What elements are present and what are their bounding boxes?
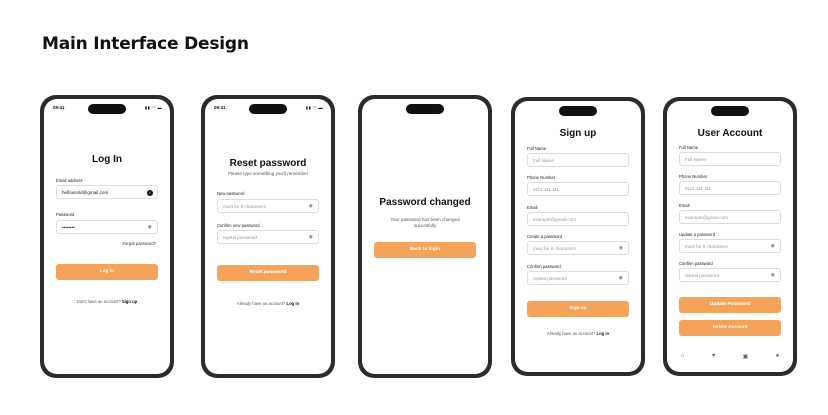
reset-screen: 09:41 ▮▮ ◠ ▬ Reset password Please type … — [205, 99, 331, 374]
password-placeholder: must be 8 characters — [533, 246, 576, 251]
reset-subtitle: Please type something you'll remember — [227, 171, 309, 176]
fullname-label: Full Name — [527, 146, 547, 151]
back-to-login-button[interactable]: Back to login — [374, 242, 476, 258]
password-field[interactable]: must be 8 characters ◉ — [527, 241, 629, 255]
email-field[interactable]: example@gmail.com — [679, 210, 781, 224]
email-field[interactable]: helloworld@gmail.com ✓ — [56, 185, 158, 199]
profile-icon[interactable]: ● — [776, 353, 780, 360]
confirm-password-label: Confirm password — [527, 264, 561, 269]
phone-field[interactable]: 0111 111 111 — [527, 182, 629, 196]
status-icons: ▮▮ ◠ ▬ — [144, 105, 162, 110]
login-prompt: Already have an account? Log in — [515, 331, 641, 336]
eye-icon[interactable]: ◉ — [771, 240, 775, 253]
phone-signup: Sign up Full Name Full Name Phone Number… — [511, 97, 645, 376]
phone-field[interactable]: 0111 111 111 — [679, 181, 781, 195]
fullname-placeholder: Full Name — [533, 158, 554, 163]
status-icons: ▮▮ ◠ ▬ — [305, 105, 323, 110]
login-link[interactable]: Log in — [287, 301, 300, 306]
page-title: Main Interface Design — [42, 34, 249, 54]
email-label: Email address — [56, 178, 83, 183]
login-prompt-text: Already have an account? — [546, 331, 596, 336]
dynamic-island — [406, 104, 444, 114]
signup-prompt-text: Don't have an account? — [76, 299, 121, 304]
confirm-password-placeholder: repeat password — [685, 273, 719, 278]
dynamic-island — [711, 106, 749, 116]
phone-placeholder: 0111 111 111 — [533, 187, 560, 192]
signup-link[interactable]: Sign up — [122, 299, 137, 304]
new-password-placeholder: must be 8 characters — [223, 204, 266, 209]
login-button[interactable]: Log in — [56, 264, 158, 280]
phone-placeholder: 0111 111 111 — [685, 186, 712, 191]
changed-screen: Password changed Your password has been … — [362, 99, 488, 374]
eye-icon[interactable]: ◉ — [309, 200, 313, 213]
eye-icon[interactable]: ◉ — [309, 231, 313, 244]
login-title: Log In — [92, 154, 122, 165]
confirm-password-placeholder: repeat password — [533, 276, 567, 281]
fullname-field[interactable]: Full Name — [679, 152, 781, 166]
login-prompt-text: Already have an account? — [236, 301, 286, 306]
phone-login: 09:41 ▮▮ ◠ ▬ Log In Email address hellow… — [40, 95, 174, 378]
password-placeholder: must be 8 characters — [685, 244, 728, 249]
changed-title: Password changed — [379, 197, 471, 208]
email-label: Email — [679, 203, 690, 208]
email-label: Email — [527, 205, 538, 210]
password-label: Password — [56, 212, 75, 217]
signup-screen: Sign up Full Name Full Name Phone Number… — [515, 101, 641, 372]
email-field[interactable]: example@gmail.com — [527, 212, 629, 226]
phone-label: Phone Number — [679, 174, 708, 179]
confirm-password-field[interactable]: repeat password ◉ — [217, 230, 319, 244]
signup-prompt: Don't have an account? Sign up — [44, 299, 170, 304]
signup-title: Sign up — [559, 128, 597, 139]
password-value: •••••••• — [62, 225, 75, 230]
password-field[interactable]: •••••••• ◉ — [56, 220, 158, 234]
confirm-password-field[interactable]: repeat password ◉ — [679, 268, 781, 282]
phone-account: User Account Full Name Full Name Phone N… — [663, 97, 797, 376]
eye-icon[interactable]: ◉ — [619, 242, 623, 255]
new-password-label: New password — [217, 191, 245, 196]
email-value: helloworld@gmail.com — [62, 190, 109, 195]
account-title: User Account — [697, 128, 763, 139]
login-prompt: Already have an account? Log in — [205, 301, 331, 306]
tab-bar: ⌂ ♥ ▣ ● — [667, 353, 793, 360]
dynamic-island — [559, 106, 597, 116]
update-password-button[interactable]: Update Password — [679, 297, 781, 313]
fullname-placeholder: Full Name — [685, 157, 706, 162]
heart-icon[interactable]: ♥ — [712, 353, 716, 360]
forgot-password-link[interactable]: Forgot password? — [122, 241, 156, 246]
login-link[interactable]: Log in — [597, 331, 610, 336]
confirm-password-label: Confirm new password — [217, 223, 260, 228]
dynamic-island — [249, 104, 287, 114]
new-password-field[interactable]: must be 8 characters ◉ — [217, 199, 319, 213]
clear-icon[interactable]: ✓ — [147, 189, 153, 196]
login-screen: 09:41 ▮▮ ◠ ▬ Log In Email address hellow… — [44, 99, 170, 374]
fullname-field[interactable]: Full Name — [527, 153, 629, 167]
email-placeholder: example@gmail.com — [533, 217, 576, 222]
phone-label: Phone Number — [527, 175, 556, 180]
eye-icon[interactable]: ◉ — [771, 269, 775, 282]
phone-changed: Password changed Your password has been … — [358, 95, 492, 378]
account-screen: User Account Full Name Full Name Phone N… — [667, 101, 793, 372]
dynamic-island — [88, 104, 126, 114]
home-icon[interactable]: ⌂ — [681, 353, 685, 360]
status-time: 09:41 — [214, 105, 226, 110]
eye-icon[interactable]: ◉ — [619, 272, 623, 285]
reset-title: Reset password — [229, 158, 307, 169]
confirm-password-field[interactable]: repeat password ◉ — [527, 271, 629, 285]
signup-button[interactable]: Sign up — [527, 301, 629, 317]
confirm-password-placeholder: repeat password — [223, 235, 257, 240]
eye-icon[interactable]: ◉ — [148, 221, 152, 234]
reset-password-button[interactable]: Reset password — [217, 265, 319, 281]
changed-message: Your password has been changed succesful… — [390, 217, 460, 228]
password-label: Create a password — [527, 234, 563, 239]
delete-account-button[interactable]: Delete Account — [679, 320, 781, 336]
confirm-password-label: Confirm password — [679, 261, 713, 266]
bag-icon[interactable]: ▣ — [743, 353, 749, 360]
email-placeholder: example@gmail.com — [685, 215, 728, 220]
status-time: 09:41 — [53, 105, 65, 110]
password-field[interactable]: must be 8 characters ◉ — [679, 239, 781, 253]
phone-reset: 09:41 ▮▮ ◠ ▬ Reset password Please type … — [201, 95, 335, 378]
fullname-label: Full Name — [679, 145, 699, 150]
password-label: Update a password — [679, 232, 716, 237]
